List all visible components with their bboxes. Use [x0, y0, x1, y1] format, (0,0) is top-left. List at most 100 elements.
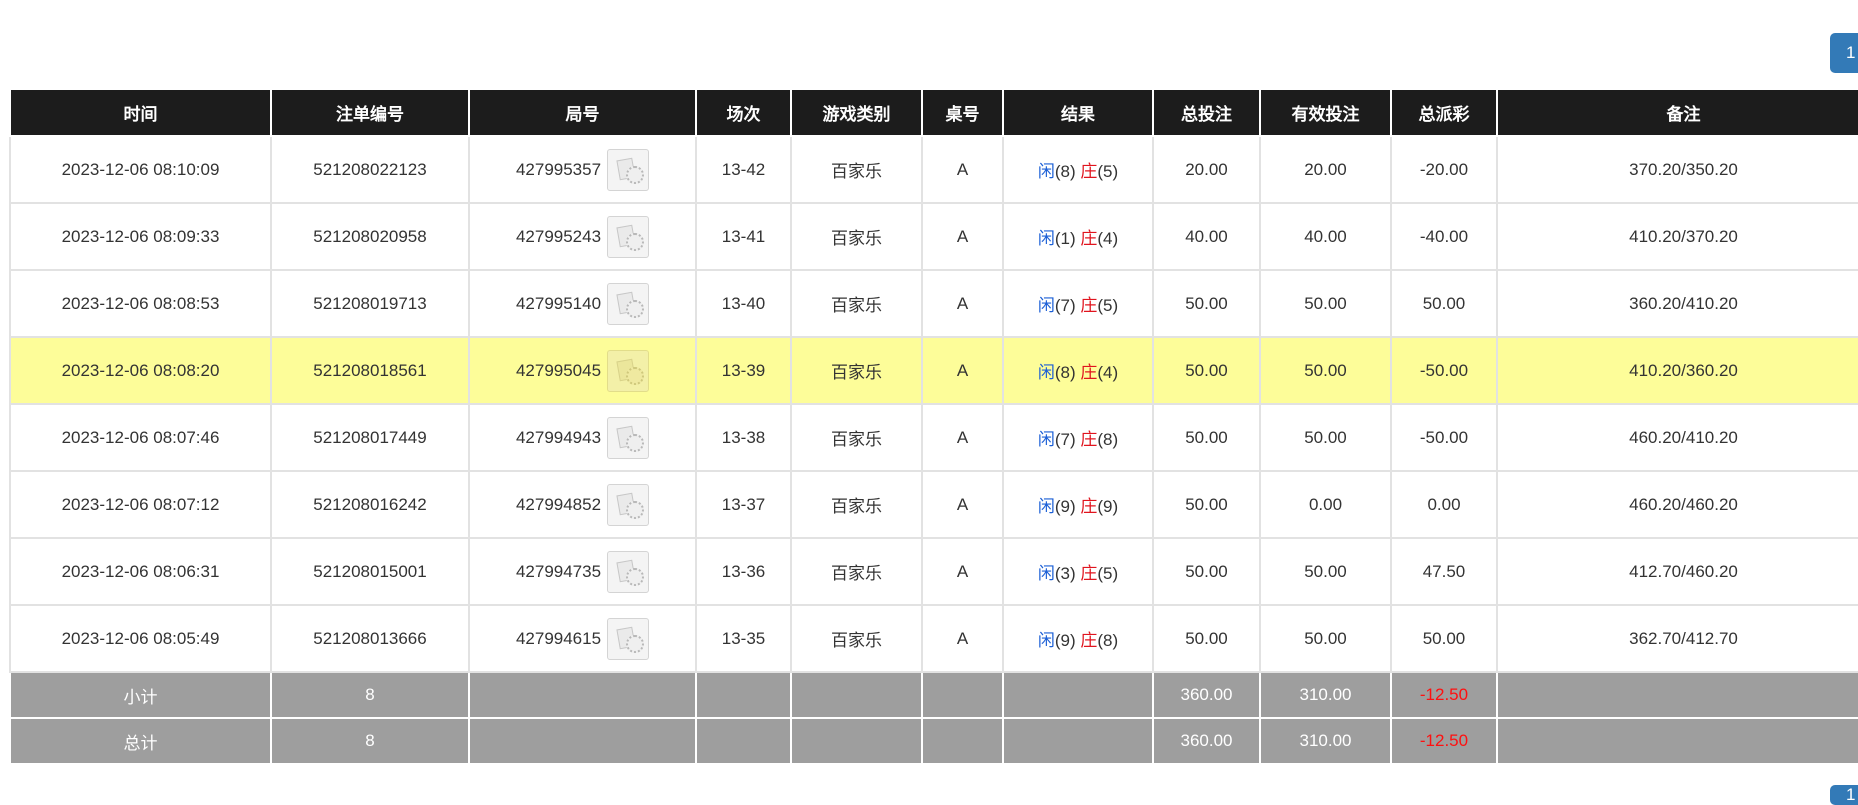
cell-round: 427995045	[468, 336, 697, 405]
subtotal-payout: -12.50	[1390, 671, 1498, 719]
cell-game-type: 百家乐	[790, 202, 923, 271]
player-label: 闲	[1037, 162, 1055, 181]
cell-table-no: A	[921, 403, 1004, 472]
cell-valid-bet: 50.00	[1259, 336, 1392, 405]
round-number: 427995045	[515, 360, 602, 380]
banker-score: (4)	[1097, 363, 1119, 382]
cell-total-bet: 50.00	[1152, 470, 1261, 539]
banker-score: (8)	[1097, 430, 1119, 449]
col-header-result: 结果	[1002, 88, 1154, 137]
cell-table-no: A	[921, 470, 1004, 539]
cell-valid-bet: 50.00	[1259, 269, 1392, 338]
pagination-page-button[interactable]: 1	[1830, 33, 1858, 73]
cell-payout: -20.00	[1390, 135, 1498, 204]
col-header-time: 时间	[9, 88, 272, 137]
subtotal-row: 小计 8 360.00 310.00 -12.50	[9, 671, 1858, 719]
grand-total-payout: -12.50	[1390, 717, 1498, 765]
cell-round: 427994615	[468, 604, 697, 673]
cell-total-bet: 50.00	[1152, 336, 1261, 405]
cell-time: 2023-12-06 08:09:33	[9, 202, 272, 271]
player-score: (8)	[1054, 162, 1076, 181]
cell-round: 427994735	[468, 537, 697, 606]
card-result-icon[interactable]	[607, 416, 650, 459]
table-row: 2023-12-06 08:07:46 521208017449 427994943…	[9, 403, 1858, 472]
table-row: 2023-12-06 08:06:31 521208015001 427994735…	[9, 537, 1858, 606]
banker-label: 庄	[1080, 631, 1098, 650]
cell-game-type: 百家乐	[790, 537, 923, 606]
cell-game-type: 百家乐	[790, 135, 923, 204]
cell-note: 460.20/410.20	[1496, 403, 1858, 472]
cell-table-no: A	[921, 135, 1004, 204]
bet-records-table: 时间 注单编号 局号 场次 游戏类别 桌号 结果 总投注 有效投注 总派彩 备注…	[9, 88, 1858, 765]
cell-note: 410.20/360.20	[1496, 336, 1858, 405]
player-score: (9)	[1054, 631, 1076, 650]
subtotal-total-bet: 360.00	[1152, 671, 1261, 719]
cell-game-type: 百家乐	[790, 470, 923, 539]
cell-time: 2023-12-06 08:08:20	[9, 336, 272, 405]
cell-payout: 47.50	[1390, 537, 1498, 606]
card-result-icon[interactable]	[607, 349, 650, 392]
cell-total-bet: 50.00	[1152, 604, 1261, 673]
cell-payout: 50.00	[1390, 604, 1498, 673]
cell-game-type: 百家乐	[790, 403, 923, 472]
cell-time: 2023-12-06 08:07:12	[9, 470, 272, 539]
cell-bet-id: 521208017449	[270, 403, 470, 472]
card-result-icon[interactable]	[607, 483, 650, 526]
cell-note: 460.20/460.20	[1496, 470, 1858, 539]
col-header-session: 场次	[695, 88, 792, 137]
cell-payout: -40.00	[1390, 202, 1498, 271]
cell-round: 427995357	[468, 135, 697, 204]
cell-bet-id: 521208019713	[270, 269, 470, 338]
cell-total-bet: 50.00	[1152, 403, 1261, 472]
cell-total-bet: 50.00	[1152, 537, 1261, 606]
player-label: 闲	[1037, 229, 1055, 248]
subtotal-label: 小计	[9, 671, 272, 719]
cell-valid-bet: 50.00	[1259, 403, 1392, 472]
banker-label: 庄	[1080, 363, 1098, 382]
card-result-icon[interactable]	[607, 550, 650, 593]
banker-label: 庄	[1080, 296, 1098, 315]
table-row: 2023-12-06 08:08:20 521208018561 427995045…	[9, 336, 1858, 405]
player-label: 闲	[1037, 564, 1055, 583]
cell-payout: 0.00	[1390, 470, 1498, 539]
card-result-icon[interactable]	[607, 215, 650, 258]
col-header-total-bet: 总投注	[1152, 88, 1261, 137]
cell-bet-id: 521208016242	[270, 470, 470, 539]
cell-result: 闲(8) 庄(4)	[1002, 336, 1154, 405]
player-score: (3)	[1054, 564, 1076, 583]
round-number: 427995357	[515, 159, 602, 179]
cell-session: 13-41	[695, 202, 792, 271]
col-header-game-type: 游戏类别	[790, 88, 923, 137]
cell-table-no: A	[921, 336, 1004, 405]
banker-score: (4)	[1097, 229, 1119, 248]
subtotal-count: 8	[270, 671, 470, 719]
cell-payout: -50.00	[1390, 403, 1498, 472]
cell-time: 2023-12-06 08:10:09	[9, 135, 272, 204]
cell-time: 2023-12-06 08:06:31	[9, 537, 272, 606]
cell-session: 13-39	[695, 336, 792, 405]
card-result-icon[interactable]	[607, 617, 650, 660]
pagination-page-button-bottom[interactable]: 1	[1830, 785, 1858, 805]
table-row: 2023-12-06 08:05:49 521208013666 427994615…	[9, 604, 1858, 673]
player-label: 闲	[1037, 296, 1055, 315]
table-row: 2023-12-06 08:07:12 521208016242 427994852…	[9, 470, 1858, 539]
cell-result: 闲(9) 庄(9)	[1002, 470, 1154, 539]
grand-total-row: 总计 8 360.00 310.00 -12.50	[9, 717, 1858, 765]
card-result-icon[interactable]	[607, 282, 650, 325]
player-label: 闲	[1037, 430, 1055, 449]
banker-score: (9)	[1097, 497, 1119, 516]
cell-valid-bet: 40.00	[1259, 202, 1392, 271]
cell-table-no: A	[921, 269, 1004, 338]
col-header-valid-bet: 有效投注	[1259, 88, 1392, 137]
player-score: (9)	[1054, 497, 1076, 516]
cell-table-no: A	[921, 537, 1004, 606]
player-label: 闲	[1037, 497, 1055, 516]
round-number: 427994615	[515, 628, 602, 648]
cell-bet-id: 521208018561	[270, 336, 470, 405]
card-result-icon[interactable]	[607, 148, 650, 191]
banker-score: (5)	[1097, 564, 1119, 583]
table-row: 2023-12-06 08:09:33 521208020958 427995243…	[9, 202, 1858, 271]
banker-score: (5)	[1097, 162, 1119, 181]
cell-bet-id: 521208020958	[270, 202, 470, 271]
grand-total-total-bet: 360.00	[1152, 717, 1261, 765]
